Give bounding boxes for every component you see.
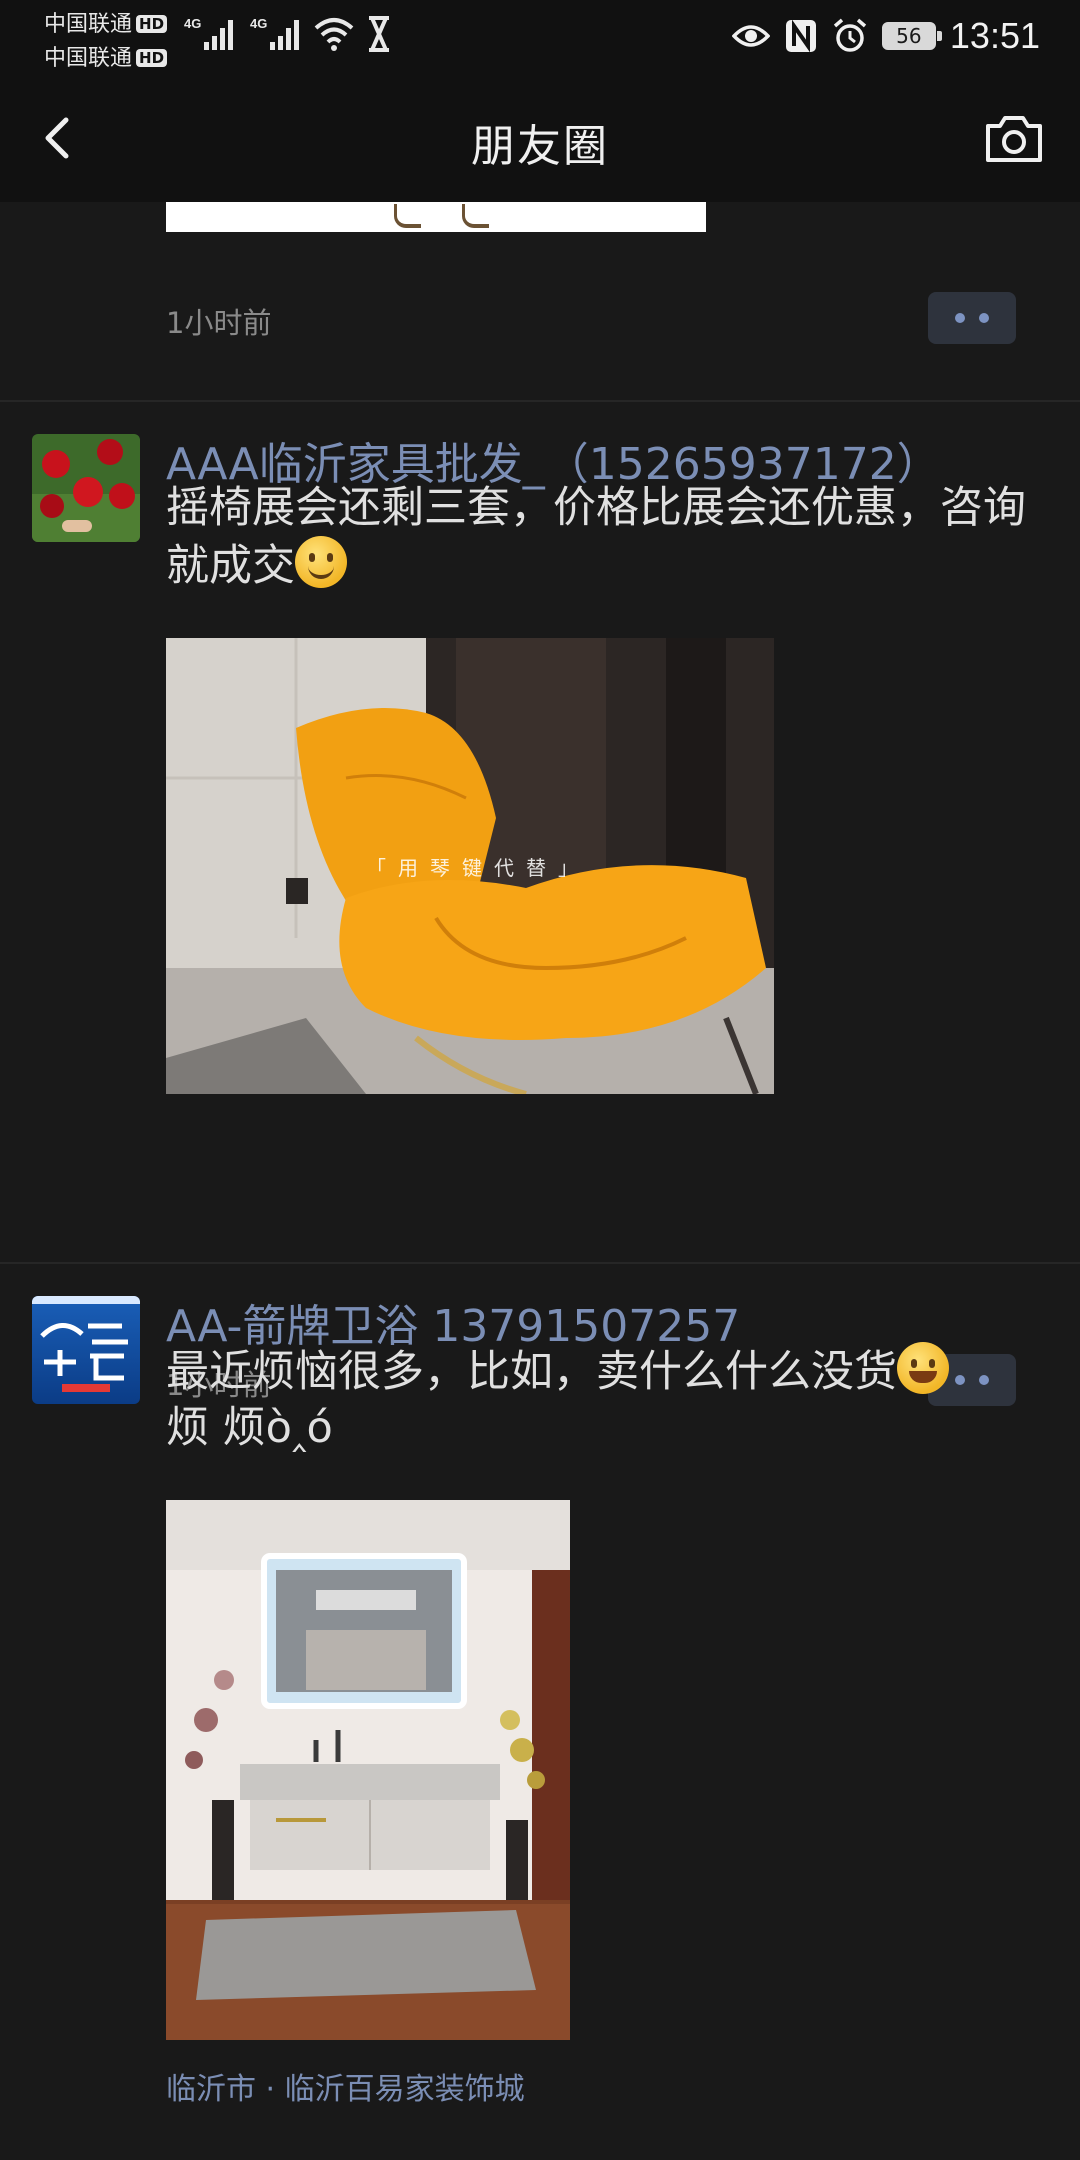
- clock: 13:51: [949, 15, 1040, 56]
- more-actions-button[interactable]: [928, 292, 1016, 344]
- post-text: 摇椅展会还剩三套，价格比展会还优惠，咨询就成交: [166, 480, 1026, 594]
- image-watermark: 「用琴键代替」: [366, 856, 590, 880]
- post-time: 1小时前: [166, 306, 272, 340]
- status-right: 56 13:51: [731, 14, 1040, 58]
- camera-icon: [986, 116, 1042, 162]
- post-location[interactable]: 临沂市 · 临沂百易家装饰城: [166, 2064, 525, 2108]
- carrier-name-2: 中国联通: [44, 46, 133, 71]
- signal-icon-1: 4G: [184, 16, 233, 50]
- nav-bar: 朋友圈: [0, 74, 1080, 202]
- post-footer-previous: 1小时前: [166, 292, 1016, 348]
- post-image[interactable]: [166, 1500, 570, 2040]
- wifi-icon: [314, 18, 354, 51]
- hourglass-icon: [369, 16, 389, 52]
- status-bar: 中国联通 HD 中国联通 HD 4G 4G 56 13:51: [0, 0, 1080, 74]
- battery-icon: 56: [881, 22, 942, 50]
- post-text: 最近烦恼很多，比如，卖什么什么没货 烦 烦ò‸ó: [166, 1342, 1026, 1456]
- alarm-icon: [833, 18, 867, 52]
- nfc-icon: [785, 19, 816, 53]
- smile-emoji-icon: [295, 536, 347, 588]
- eye-icon: [731, 25, 770, 47]
- carrier-line-1: 中国联通 HD: [44, 6, 168, 38]
- signal-icon-2: 4G: [250, 16, 299, 50]
- post-image[interactable]: 「用琴键代替」: [166, 638, 774, 1094]
- network-type-2: 4G: [250, 16, 267, 31]
- network-type-1: 4G: [184, 16, 201, 31]
- carrier-name-1: 中国联通: [44, 12, 133, 37]
- post-divider: [0, 1262, 1080, 1264]
- laughing-tears-emoji-icon: [897, 1342, 949, 1394]
- post-text-body: 最近烦恼很多，比如，卖什么什么没货: [166, 1347, 897, 1397]
- post-text-body: 摇椅展会还剩三套，价格比展会还优惠，咨询就成交: [166, 483, 1026, 591]
- camera-button[interactable]: [984, 110, 1044, 166]
- post-text-tail: 烦 烦ò‸ó: [166, 1403, 333, 1453]
- avatar[interactable]: [32, 434, 140, 542]
- dot-icon: [979, 313, 989, 323]
- post-divider: [0, 400, 1080, 402]
- carrier-line-2: 中国联通 HD: [44, 40, 168, 72]
- dot-icon: [955, 313, 965, 323]
- post-image-previous[interactable]: [166, 202, 706, 232]
- avatar[interactable]: [32, 1296, 140, 1404]
- hd-badge-1: HD: [136, 15, 168, 33]
- page-title: 朋友圈: [471, 121, 609, 172]
- hd-badge-2: HD: [136, 49, 168, 67]
